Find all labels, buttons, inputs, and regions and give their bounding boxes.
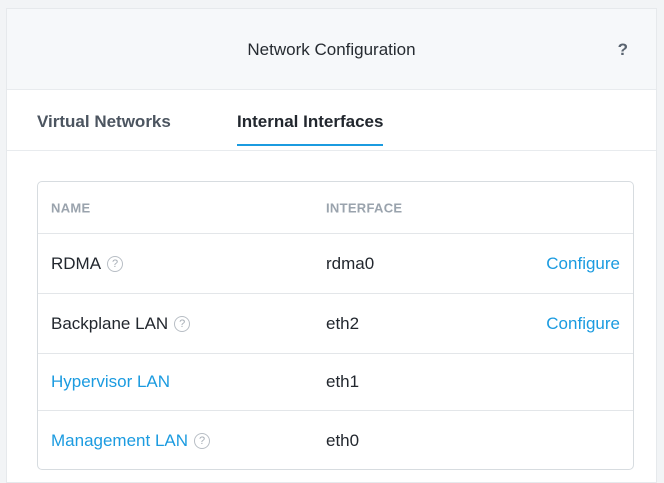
help-button[interactable]: ?	[618, 40, 628, 60]
management-lan-link[interactable]: Management LAN	[51, 431, 188, 450]
table-row: Management LAN? eth0	[38, 410, 633, 470]
row-name-cell: Backplane LAN?	[51, 313, 191, 334]
help-circle-icon[interactable]: ?	[194, 432, 211, 449]
row-interface-cell: eth2	[326, 313, 360, 333]
table-row: RDMA? rdma0 Configure	[38, 233, 633, 293]
row-name-cell: RDMA?	[51, 253, 124, 274]
tab-bar: Virtual Networks Internal Interfaces	[7, 90, 656, 151]
row-interface-cell: eth0	[326, 430, 360, 450]
column-header-interface: INTERFACE	[326, 200, 403, 215]
table-row: Backplane LAN? eth2 Configure	[38, 293, 633, 353]
tab-internal-interfaces[interactable]: Internal Interfaces	[237, 112, 384, 146]
help-circle-icon[interactable]: ?	[107, 255, 124, 272]
row-name-cell: Hypervisor LAN	[51, 372, 170, 392]
column-header-name: NAME	[51, 200, 91, 215]
row-interface-cell: rdma0	[326, 253, 375, 273]
row-name-cell: Management LAN?	[51, 431, 211, 451]
dialog-title: Network Configuration	[247, 40, 416, 59]
network-configuration-dialog: Network Configuration ? Virtual Networks…	[6, 8, 657, 483]
interfaces-table: NAME INTERFACE RDMA? rdma0 Configure Bac…	[37, 181, 634, 470]
configure-link[interactable]: Configure	[546, 314, 620, 334]
row-name-label: Backplane LAN	[51, 313, 169, 333]
hypervisor-lan-link[interactable]: Hypervisor LAN	[51, 372, 170, 391]
row-name-label: RDMA	[51, 253, 102, 273]
table-header-row: NAME INTERFACE	[38, 182, 633, 233]
configure-link[interactable]: Configure	[546, 254, 620, 274]
dialog-header: Network Configuration ?	[7, 9, 656, 90]
row-interface-cell: eth1	[326, 372, 360, 391]
table-row: Hypervisor LAN eth1	[38, 353, 633, 410]
tab-virtual-networks[interactable]: Virtual Networks	[37, 112, 171, 144]
help-circle-icon[interactable]: ?	[174, 315, 191, 332]
